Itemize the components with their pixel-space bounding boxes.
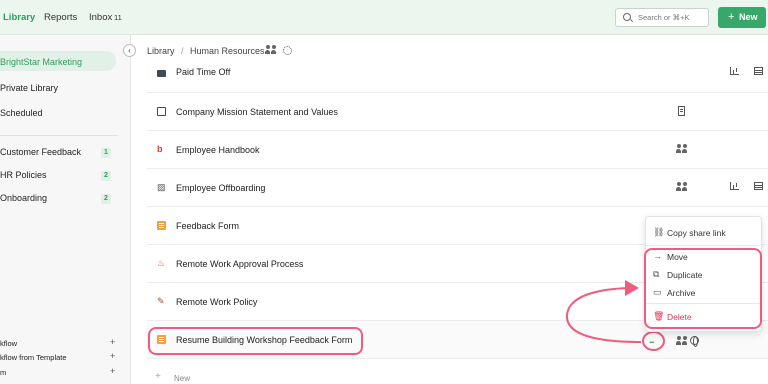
sidebar-item-private-library[interactable]: Private Library xyxy=(0,83,58,93)
team-icon xyxy=(676,144,688,154)
nav-library[interactable]: Library xyxy=(3,12,35,23)
list-item[interactable]: Paid Time Off xyxy=(147,55,768,93)
count-badge: 1 xyxy=(101,148,111,158)
count-badge: 2 xyxy=(101,171,111,181)
sidebar: BrightStar Marketing Private Library Sch… xyxy=(0,35,131,384)
item-title: Remote Work Approval Process xyxy=(176,259,304,269)
pen-icon: ✎ xyxy=(157,296,165,306)
menu-item-copy-share-link[interactable]: ⛓ Copy share link xyxy=(646,225,763,241)
team-icon xyxy=(676,182,688,192)
item-title: Remote Work Policy xyxy=(176,297,258,307)
plus-icon: + xyxy=(728,11,735,23)
gear-icon[interactable] xyxy=(283,46,292,55)
plus-icon[interactable]: + xyxy=(155,371,161,382)
item-title: Employee Handbook xyxy=(176,145,260,155)
sidebar-item-scheduled[interactable]: Scheduled xyxy=(0,108,43,118)
sidebar-item-brightstar[interactable]: BrightStar Marketing xyxy=(0,51,116,71)
workflow-icon: ♨ xyxy=(157,258,166,268)
new-button-label: New xyxy=(739,12,758,22)
plus-icon[interactable]: + xyxy=(110,337,115,347)
image-icon: ▨ xyxy=(157,182,166,192)
item-title: Company Mission Statement and Values xyxy=(176,107,338,117)
sidebar-action-workflow[interactable]: kflow xyxy=(0,339,17,348)
sidebar-item-label: BrightStar Marketing xyxy=(0,57,83,67)
top-bar: Library Reports Inbox 11 Search or ⌘+K +… xyxy=(0,0,768,35)
team-icon xyxy=(676,336,688,346)
highlight-outline xyxy=(148,327,363,355)
chevron-left-icon[interactable]: ‹ xyxy=(123,44,136,57)
plus-icon[interactable]: + xyxy=(110,366,115,376)
globe-icon xyxy=(690,336,699,347)
divider xyxy=(0,135,118,136)
sidebar-item-hr-policies[interactable]: HR Policies xyxy=(0,170,47,180)
inbox-count-badge: 11 xyxy=(114,13,122,22)
menu-label: Copy share link xyxy=(667,228,726,238)
table-icon xyxy=(754,182,763,190)
document-icon xyxy=(157,107,166,116)
item-title: Paid Time Off xyxy=(176,67,231,77)
folder-icon xyxy=(157,70,166,77)
sidebar-action-other[interactable]: m xyxy=(0,368,6,377)
plus-icon[interactable]: + xyxy=(110,351,115,361)
nav-reports[interactable]: Reports xyxy=(44,12,77,23)
nav-inbox[interactable]: Inbox xyxy=(89,12,112,23)
list-item[interactable]: b Employee Handbook xyxy=(147,131,768,169)
search-input[interactable]: Search or ⌘+K xyxy=(615,8,709,27)
new-button[interactable]: + New xyxy=(718,7,766,28)
new-item-button[interactable]: New xyxy=(174,374,190,383)
search-placeholder: Search or ⌘+K xyxy=(638,13,690,22)
form-icon xyxy=(157,221,166,230)
search-icon xyxy=(623,13,631,21)
chart-icon xyxy=(730,67,739,75)
annotation-arrow xyxy=(565,280,642,343)
divider xyxy=(646,245,763,246)
chart-icon xyxy=(730,182,739,190)
team-icon xyxy=(265,45,277,55)
sidebar-item-onboarding[interactable]: Onboarding xyxy=(0,193,47,203)
building-icon xyxy=(678,106,685,116)
sidebar-action-workflow-template[interactable]: kflow from Template xyxy=(0,353,67,362)
item-title: Feedback Form xyxy=(176,221,240,231)
sidebar-item-customer-feedback[interactable]: Customer Feedback xyxy=(0,147,81,157)
count-badge: 2 xyxy=(101,194,111,204)
list-item[interactable]: Company Mission Statement and Values xyxy=(147,93,768,131)
b-logo-icon: b xyxy=(157,144,163,154)
list-item[interactable]: ▨ Employee Offboarding xyxy=(147,169,768,207)
link-icon: ⛓ xyxy=(653,227,665,237)
table-icon xyxy=(754,67,763,75)
highlight-outline xyxy=(644,248,762,329)
item-title: Employee Offboarding xyxy=(176,183,266,193)
